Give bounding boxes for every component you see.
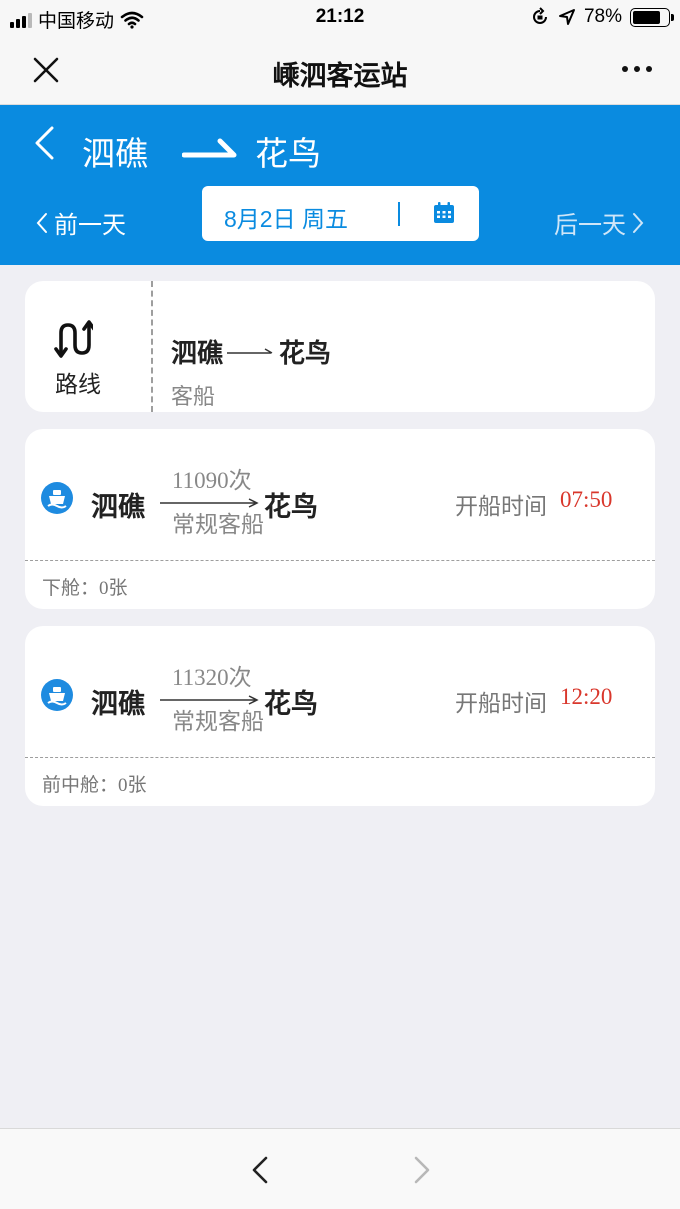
- page-title: 嵊泗客运站: [272, 61, 408, 91]
- ship-icon: [41, 482, 73, 514]
- trip-card[interactable]: 泗礁 11320次 常规客船 花鸟 开船时间 12:20 前中舱：0张: [25, 626, 655, 806]
- bottom-toolbar: [0, 1128, 680, 1209]
- browser-forward-icon[interactable]: [412, 1155, 432, 1185]
- browser-back-icon[interactable]: [250, 1155, 270, 1185]
- route-arrow-icon: [182, 138, 237, 158]
- cabin-info: 前中舱：0张: [42, 770, 147, 797]
- route-line: 泗礁 花鸟: [171, 333, 331, 370]
- battery-fill: [633, 10, 660, 24]
- trip-number: 11090次: [172, 468, 252, 493]
- trip-card[interactable]: 泗礁 11090次 常规客船 花鸟 开船时间 07:50 下舱：0张: [25, 429, 655, 609]
- trip-number: 11320次: [172, 665, 252, 690]
- trip-to: 花鸟: [264, 689, 318, 719]
- route-summary-card[interactable]: 路线 泗礁 花鸟 客船: [25, 281, 655, 412]
- header-from: 泗礁: [82, 135, 148, 172]
- calendar-icon: [434, 202, 454, 223]
- prev-day-button[interactable]: 前一天: [36, 205, 126, 240]
- divider: [25, 757, 655, 758]
- status-bar: 中国移动 21:12 78%: [0, 0, 680, 36]
- status-right: 78%: [530, 6, 674, 28]
- date-picker[interactable]: 8月2日 周五: [202, 186, 479, 241]
- depart-time: 12:20: [560, 684, 613, 709]
- depart-time: 07:50: [560, 487, 613, 512]
- route-to: 花鸟: [279, 338, 332, 368]
- route-from: 泗礁: [171, 338, 224, 368]
- nav-bar: 嵊泗客运站: [0, 36, 680, 105]
- divider: [25, 560, 655, 561]
- swap-route-icon: [54, 320, 93, 358]
- battery-icon: [630, 7, 674, 27]
- cabin-label: 下舱：: [42, 578, 100, 599]
- orientation-lock-icon: [533, 7, 547, 24]
- cabin-label: 前中舱：: [42, 775, 119, 796]
- trip-middle: 11320次 常规客船: [160, 656, 264, 736]
- back-icon[interactable]: [32, 125, 56, 161]
- trip-middle: 11090次 常规客船: [160, 459, 264, 539]
- cabin-count: 0张: [99, 578, 128, 599]
- header-to: 花鸟: [255, 135, 321, 172]
- arrow-right-icon: [227, 347, 273, 354]
- trip-to: 花鸟: [264, 492, 318, 522]
- trip-class: 常规客船: [172, 511, 264, 537]
- prev-day-label: 前一天: [54, 212, 126, 239]
- battery-percent: 78%: [583, 6, 622, 27]
- depart-label: 开船时间: [455, 690, 547, 716]
- more-icon[interactable]: [622, 66, 652, 72]
- location-icon: [558, 9, 575, 25]
- route-label: 路线: [55, 371, 101, 397]
- trip-class: 常规客船: [172, 708, 264, 734]
- route-icon-block: 路线: [25, 281, 152, 412]
- cabin-count: 0张: [118, 775, 147, 796]
- route-header: 泗礁 花鸟 前一天 8月2日 周五 后一天: [0, 105, 680, 265]
- chevron-right-icon: [633, 212, 644, 233]
- date-divider: [398, 202, 400, 226]
- depart-label: 开船时间: [455, 493, 547, 519]
- cabin-info: 下舱：0张: [42, 573, 128, 600]
- divider: [151, 281, 153, 412]
- chevron-left-icon: [36, 212, 47, 233]
- next-day-button[interactable]: 后一天: [554, 205, 644, 240]
- ship-icon: [41, 679, 73, 711]
- trip-from: 泗礁: [91, 492, 145, 522]
- next-day-label: 后一天: [554, 212, 626, 239]
- date-label: 8月2日 周五: [224, 206, 348, 232]
- trip-from: 泗礁: [91, 689, 145, 719]
- route-type: 客船: [171, 384, 216, 409]
